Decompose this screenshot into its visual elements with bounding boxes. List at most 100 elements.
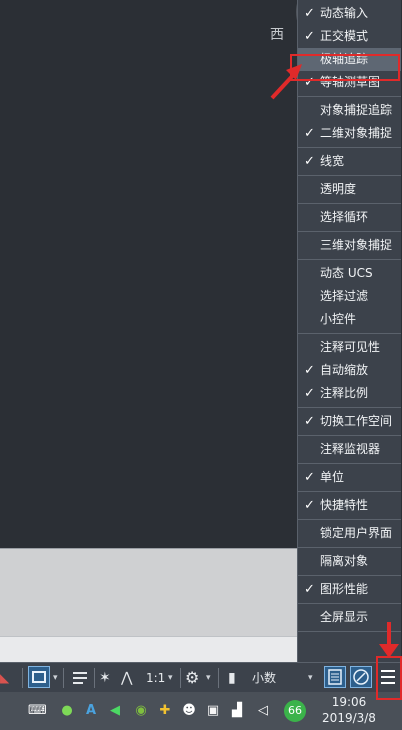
menu-item[interactable]: 隔离对象 bbox=[298, 550, 401, 573]
menu-item[interactable]: ✓ 正交模式 bbox=[298, 25, 401, 48]
status-customization-menu: ✓ 动态输入 ✓ 正交模式 极轴追踪 ✓ 等轴测草图 对象捕捉追踪 ✓ 二维对象捕捉 ✓ 线宽 透明度选… bbox=[297, 0, 401, 664]
menu-group: ✓ 图形性能 bbox=[298, 576, 401, 604]
menu-item-label: 三维对象捕捉 bbox=[320, 238, 393, 252]
menu-item[interactable]: ✓ 快捷特性 bbox=[298, 494, 401, 517]
annotation-arrow-menu-button bbox=[379, 622, 399, 658]
workspace-dropdown[interactable]: ▾ bbox=[206, 666, 211, 690]
annotation-box-menu-button bbox=[376, 656, 402, 700]
menu-item[interactable]: 注释可见性 bbox=[298, 336, 401, 359]
menu-group: 注释可见性 ✓ 自动缩放 ✓ 注释比例 bbox=[298, 334, 401, 408]
lineweight-icon[interactable] bbox=[70, 666, 90, 690]
snap-square-icon bbox=[32, 671, 46, 683]
command-input[interactable] bbox=[0, 636, 298, 663]
signal-icon[interactable]: ▟ bbox=[228, 702, 246, 720]
menu-item[interactable]: ✓ 自动缩放 bbox=[298, 359, 401, 382]
volume-icon[interactable]: ◁ bbox=[254, 702, 272, 720]
menu-item-label: 图形性能 bbox=[320, 582, 369, 596]
menu-item[interactable]: ✓ 图形性能 bbox=[298, 578, 401, 601]
object-snap-button[interactable] bbox=[28, 666, 50, 688]
menu-item-label: 注释可见性 bbox=[320, 340, 381, 354]
check-icon: ✓ bbox=[304, 363, 315, 378]
menu-item-label: 切换工作空间 bbox=[320, 414, 393, 428]
check-icon: ✓ bbox=[304, 498, 315, 513]
menu-item[interactable]: ✓ 线宽 bbox=[298, 150, 401, 173]
autodesk-icon[interactable]: A bbox=[82, 702, 100, 720]
menu-item[interactable]: 选择过滤 bbox=[298, 285, 401, 308]
graphics-performance-button[interactable] bbox=[350, 666, 372, 688]
menu-item-label: 动态输入 bbox=[320, 6, 369, 20]
system-clock[interactable]: 19:06 2019/3/8 bbox=[318, 694, 380, 726]
status-bar: ◣ ▾ ✶ ⋀ 1:1 ▾ ⚙ ▾ ▮ 小数 ▾ bbox=[0, 662, 402, 693]
quick-properties-icon bbox=[328, 669, 342, 685]
polar-arrow-icon[interactable]: ◣ bbox=[0, 666, 9, 690]
menu-group: ✓ 线宽 bbox=[298, 148, 401, 176]
menu-item[interactable]: 透明度 bbox=[298, 178, 401, 201]
command-history-area bbox=[0, 548, 298, 637]
menu-item[interactable]: ✓ 二维对象捕捉 bbox=[298, 122, 401, 145]
check-icon: ✓ bbox=[304, 386, 315, 401]
menu-item-label: 注释监视器 bbox=[320, 442, 381, 456]
menu-group: 锁定用户界面 bbox=[298, 520, 401, 548]
menu-item-label: 选择循环 bbox=[320, 210, 369, 224]
menu-group: ✓ 快捷特性 bbox=[298, 492, 401, 520]
quick-properties-button[interactable] bbox=[324, 666, 346, 688]
graphics-performance-icon bbox=[353, 669, 369, 685]
menu-item[interactable]: 注释监视器 bbox=[298, 438, 401, 461]
check-icon: ✓ bbox=[304, 582, 315, 597]
menu-item-label: 隔离对象 bbox=[320, 554, 369, 568]
menu-item-label: 小控件 bbox=[320, 312, 357, 326]
menu-group: 隔离对象 bbox=[298, 548, 401, 576]
check-icon: ✓ bbox=[304, 470, 315, 485]
menu-item[interactable]: ✓ 注释比例 bbox=[298, 382, 401, 405]
check-icon: ✓ bbox=[304, 29, 315, 44]
menu-group: ✓ 动态输入 ✓ 正交模式 极轴追踪 ✓ 等轴测草图 bbox=[298, 0, 401, 97]
clock-date: 2019/3/8 bbox=[322, 711, 376, 725]
menu-item[interactable]: ✓ 单位 bbox=[298, 466, 401, 489]
menu-item-label: 透明度 bbox=[320, 182, 357, 196]
clock-time: 19:06 bbox=[331, 695, 367, 709]
security-plus-icon[interactable]: ✚ bbox=[156, 702, 174, 720]
annotation-scale-value[interactable]: 1:1 bbox=[146, 666, 165, 690]
menu-item[interactable]: 三维对象捕捉 bbox=[298, 234, 401, 257]
keyboard-icon[interactable]: ⌨ bbox=[28, 702, 47, 720]
check-icon: ✓ bbox=[304, 414, 315, 429]
workspace-gear-icon[interactable]: ⚙ bbox=[185, 666, 199, 690]
menu-item-label: 锁定用户界面 bbox=[320, 526, 393, 540]
menu-item[interactable]: ✓ 动态输入 bbox=[298, 2, 401, 25]
menu-item-label: 对象捕捉追踪 bbox=[320, 103, 393, 117]
check-icon: ✓ bbox=[304, 126, 315, 141]
object-snap-dropdown[interactable]: ▾ bbox=[53, 666, 58, 690]
auto-scale-icon[interactable]: ⋀ bbox=[121, 666, 132, 690]
annotation-visibility-icon[interactable]: ✶ bbox=[99, 666, 111, 690]
menu-group: 透明度 bbox=[298, 176, 401, 204]
menu-group: 三维对象捕捉 bbox=[298, 232, 401, 260]
menu-group: 注释监视器 bbox=[298, 436, 401, 464]
menu-item-label: 正交模式 bbox=[320, 29, 369, 43]
menu-group: ✓ 单位 bbox=[298, 464, 401, 492]
menu-item-label: 二维对象捕捉 bbox=[320, 126, 393, 140]
units-dropdown[interactable]: ▾ bbox=[308, 666, 313, 690]
qq-icon[interactable]: ☻ bbox=[180, 702, 198, 720]
menu-item[interactable]: 锁定用户界面 bbox=[298, 522, 401, 545]
network-blocked-icon[interactable]: ▣ bbox=[204, 702, 222, 720]
menu-group: 动态 UCS 选择过滤小控件 bbox=[298, 260, 401, 334]
menu-group: 对象捕捉追踪 ✓ 二维对象捕捉 bbox=[298, 97, 401, 148]
menu-item[interactable]: 选择循环 bbox=[298, 206, 401, 229]
speaker-tray-icon[interactable]: ◀ bbox=[106, 702, 124, 720]
menu-item[interactable]: 小控件 bbox=[298, 308, 401, 331]
menu-group: ✓ 切换工作空间 bbox=[298, 408, 401, 436]
units-value[interactable]: 小数 bbox=[252, 666, 276, 690]
menu-item-label: 注释比例 bbox=[320, 386, 369, 400]
viewcube-west-label[interactable]: 西 bbox=[270, 24, 284, 44]
units-ruler-icon[interactable]: ▮ bbox=[228, 666, 236, 690]
check-icon: ✓ bbox=[304, 154, 315, 169]
annotation-arrow-menu bbox=[270, 64, 302, 100]
wechat-icon[interactable]: ● bbox=[58, 702, 76, 720]
annotation-scale-dropdown[interactable]: ▾ bbox=[168, 666, 173, 690]
notification-badge[interactable]: 66 bbox=[284, 700, 306, 722]
nvidia-icon[interactable]: ◉ bbox=[132, 702, 150, 720]
menu-item[interactable]: 对象捕捉追踪 bbox=[298, 99, 401, 122]
check-icon: ✓ bbox=[304, 6, 315, 21]
menu-item[interactable]: ✓ 切换工作空间 bbox=[298, 410, 401, 433]
menu-item[interactable]: 动态 UCS bbox=[298, 262, 401, 285]
